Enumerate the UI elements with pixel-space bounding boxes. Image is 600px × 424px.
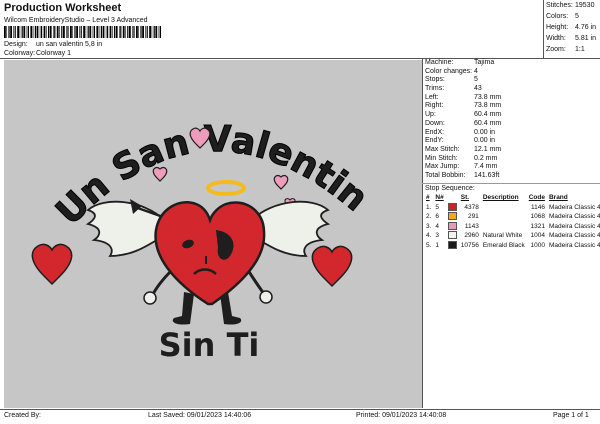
- color-swatch: [447, 202, 457, 211]
- software-name: Wilcom EmbroideryStudio – Level 3 Advanc…: [4, 17, 148, 24]
- detail-label: Down:: [425, 119, 445, 127]
- footer-created-by: Created By:: [4, 412, 41, 419]
- detail-label: Machine:: [425, 59, 454, 66]
- detail-value: 60.4 mm: [474, 111, 502, 119]
- detail-value: 4: [474, 67, 478, 75]
- color-swatch: [447, 231, 457, 240]
- detail-value: 73.8 mm: [474, 102, 502, 110]
- detail-value: 0.00 in: [474, 137, 496, 145]
- halo-icon: [206, 180, 246, 196]
- detail-label: Min Stitch:: [425, 154, 458, 162]
- detail-row: Stops: 5: [424, 76, 598, 85]
- detail-row: Color changes: 4: [424, 68, 598, 77]
- detail-row: Up: 60.4 mm: [424, 111, 598, 120]
- barcode: [4, 26, 161, 38]
- detail-value: 60.4 mm: [474, 119, 502, 127]
- table-row: 4. 3 2960 Natural White 1004 Madeira Classic …: [426, 231, 600, 240]
- detail-value: 0.00 in: [474, 128, 496, 136]
- detail-value: 5: [474, 76, 478, 84]
- design-preview: Un San Valentin Sin Ti: [4, 60, 422, 408]
- details-panel: Machine: Tajima Color changes: 4 Stops: 5 Trim…: [424, 59, 598, 181]
- detail-row: Min Stitch: 0.2 mm: [424, 155, 598, 164]
- detail-row: Right: 73.8 mm: [424, 102, 598, 111]
- color-swatch: [447, 212, 457, 221]
- detail-row: Max Stitch: 12.1 mm: [424, 146, 598, 155]
- design-value: un san valentin 5,8 in: [36, 41, 103, 48]
- embroidery-design: Un San Valentin Sin Ti: [31, 119, 376, 364]
- table-row: 1. 5 4378 1146 Madeira Classic 40: [426, 202, 600, 211]
- detail-label: Right:: [425, 102, 444, 110]
- pink-heart-icon: [273, 174, 289, 190]
- left-wing-icon: [85, 200, 165, 257]
- design-label: Design:: [4, 41, 28, 48]
- detail-row: Machine: Tajima: [424, 59, 598, 68]
- detail-label: Max Stitch:: [425, 145, 460, 153]
- detail-row: EndY: 0.00 in: [424, 137, 598, 146]
- detail-value: 73.8 mm: [474, 93, 502, 101]
- page-title: Production Worksheet: [4, 2, 122, 14]
- stop-sequence-table: # N# St. Description Code Brand 1. 5 4378 1…: [424, 193, 600, 250]
- detail-label: EndX:: [425, 128, 445, 136]
- detail-label: Up:: [425, 111, 436, 119]
- color-swatch: [447, 221, 457, 230]
- heart-left-icon: [31, 243, 73, 286]
- detail-row: Total Bobbin: 141.63ft: [424, 172, 598, 181]
- heart-character-icon: [154, 201, 266, 306]
- detail-label: Total Bobbin:: [425, 171, 466, 179]
- heart-right-icon: [311, 245, 353, 288]
- detail-row: Down: 60.4 mm: [424, 120, 598, 129]
- detail-row: EndX: 0.00 in: [424, 129, 598, 138]
- footer-printed: Printed: 09/01/2023 14:40:08: [356, 412, 447, 419]
- colorway-value: Colorway 1: [36, 50, 72, 57]
- detail-value: 43: [474, 85, 482, 93]
- summary-panel: Stitches: 19530 Colors: 5 Height: 4.76 in W…: [546, 2, 597, 53]
- color-swatch: [447, 240, 457, 249]
- left-hand-icon: [143, 291, 157, 305]
- detail-label: Trims:: [425, 85, 445, 93]
- detail-row: Trims: 43: [424, 85, 598, 94]
- footer-page: Page 1 of 1: [553, 412, 589, 419]
- table-row: 3. 4 1143 1321 Madeira Classic 40: [426, 221, 600, 230]
- character-arm-right: [246, 269, 266, 295]
- right-hand-icon: [259, 290, 273, 304]
- detail-label: Left:: [425, 93, 439, 101]
- pink-heart-icon: [152, 166, 168, 182]
- colorway-label: Colorway:: [4, 50, 36, 57]
- detail-value: Tajima: [474, 59, 495, 66]
- detail-value: 141.63ft: [474, 171, 500, 179]
- footer-divider: [0, 409, 600, 410]
- detail-value: 7.4 mm: [474, 163, 498, 171]
- detail-label: Color changes:: [425, 67, 473, 75]
- detail-row: Max Jump: 7.4 mm: [424, 163, 598, 172]
- design-text-bottom: Sin Ti: [159, 326, 260, 364]
- detail-label: Stops:: [425, 76, 445, 84]
- detail-row: Left: 73.8 mm: [424, 94, 598, 103]
- panel-divider: [422, 58, 423, 408]
- character-arm-left: [150, 268, 174, 297]
- detail-value: 0.2 mm: [474, 154, 498, 162]
- stop-sequence-title: Stop Sequence:: [425, 185, 475, 192]
- table-row: 2. 6 291 1068 Madeira Classic 40: [426, 212, 600, 221]
- footer-last-saved: Last Saved: 09/01/2023 14:40:06: [148, 412, 252, 419]
- table-row: 5. 1 10756 Emerald Black 1000 Madeira Classic…: [426, 240, 600, 249]
- detail-value: 12.1 mm: [474, 145, 502, 153]
- detail-label: Max Jump:: [425, 163, 460, 171]
- detail-label: EndY:: [425, 137, 444, 145]
